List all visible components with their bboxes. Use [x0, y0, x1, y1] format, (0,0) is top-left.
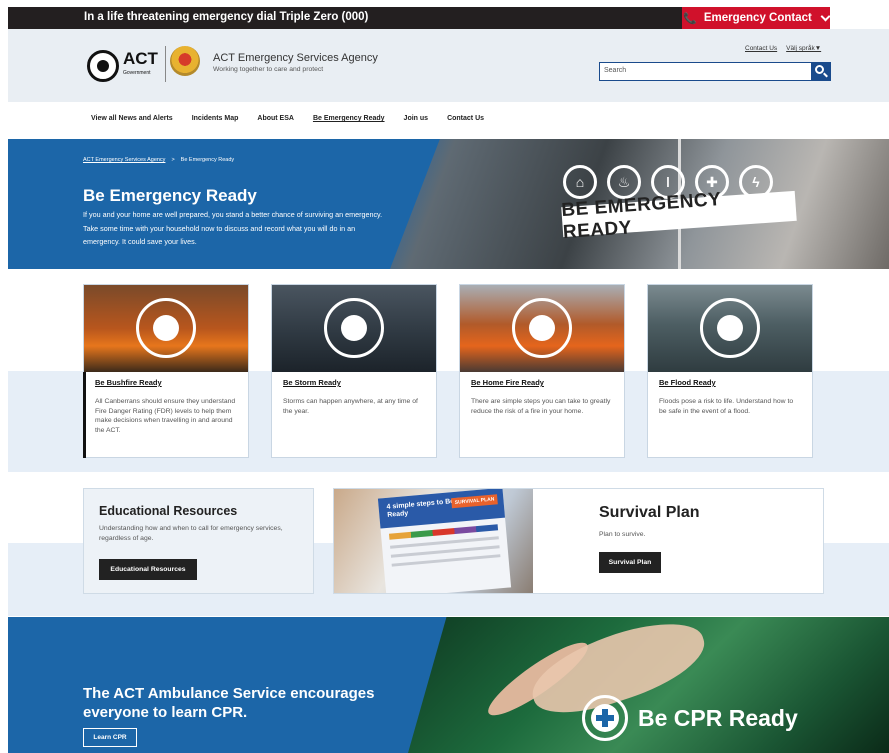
nav-item-about[interactable]: About ESA — [257, 115, 294, 122]
house-icon: ⌂ — [563, 165, 597, 199]
search-button[interactable] — [811, 62, 831, 81]
card-text: Storms can happen anywhere, at any time … — [283, 398, 418, 415]
card-text: All Canberrans should ensure they unders… — [95, 398, 236, 434]
survival-plan-button[interactable]: Survival Plan — [599, 552, 661, 573]
search-input[interactable]: Search — [604, 67, 626, 74]
card-flood[interactable]: Be Flood Ready Floods pose a risk to lif… — [647, 284, 813, 458]
be-cpr-ready-logo: Be CPR Ready — [582, 695, 798, 741]
emergency-contact-label: Emergency Contact — [703, 12, 812, 24]
card-title[interactable]: Be Home Fire Ready — [471, 378, 544, 387]
storm-image — [272, 285, 436, 372]
survival-text: Plan to survive. — [599, 531, 646, 538]
chevron-down-icon — [820, 11, 831, 21]
nav-item-incidents-map[interactable]: Incidents Map — [192, 115, 239, 122]
act-seal-icon — [87, 50, 119, 82]
phone-icon: 📞 — [683, 12, 697, 25]
header-contact-link[interactable]: Contact Us — [745, 45, 777, 52]
emergency-message: In a life threatening emergency dial Tri… — [84, 11, 369, 23]
card-title[interactable]: Be Flood Ready — [659, 378, 716, 387]
act-government-logo[interactable]: ACT Government — [87, 45, 162, 87]
survival-plan-image: 4 simple steps to Be Emergency Ready SUR… — [334, 489, 533, 593]
fire-icon — [136, 298, 196, 358]
card-bushfire[interactable]: Be Bushfire Ready All Canberrans should … — [83, 284, 249, 458]
org-tagline: Working together to care and protect — [213, 66, 324, 73]
card-home-fire[interactable]: Be Home Fire Ready There are simple step… — [459, 284, 625, 458]
storm-icon — [324, 298, 384, 358]
card-title[interactable]: Be Bushfire Ready — [95, 378, 162, 387]
breadcrumb: ACT Emergency Services Agency > Be Emerg… — [83, 157, 234, 163]
hero-text: If you and your home are well prepared, … — [83, 210, 383, 246]
educational-resources-panel: Educational Resources Understanding how … — [83, 488, 314, 594]
nav-item-be-emergency-ready[interactable]: Be Emergency Ready — [313, 115, 385, 122]
esa-crest-logo[interactable] — [165, 46, 201, 82]
card-text: There are simple steps you can take to g… — [471, 398, 611, 415]
cpr-title: The ACT Ambulance Service encourages eve… — [83, 685, 375, 721]
be-emergency-ready-logo: BE EMERGENCY READY — [561, 189, 797, 243]
language-select[interactable]: Välj språk▼ — [786, 45, 821, 52]
fire-icon — [512, 298, 572, 358]
card-title[interactable]: Be Storm Ready — [283, 378, 341, 387]
breadcrumb-separator-icon: > — [171, 157, 175, 163]
nav-item-join-us[interactable]: Join us — [404, 115, 429, 122]
main-nav: View all News and Alerts Incidents Map A… — [91, 115, 503, 122]
nav-item-news[interactable]: View all News and Alerts — [91, 115, 173, 122]
header-links: Contact Us Välj språk▼ — [745, 45, 821, 52]
educational-resources-button[interactable]: Educational Resources — [99, 559, 197, 580]
survival-plan-panel: 4 simple steps to Be Emergency Ready SUR… — [333, 488, 824, 594]
breadcrumb-home[interactable]: ACT Emergency Services Agency — [83, 157, 165, 163]
survival-title: Survival Plan — [599, 504, 700, 521]
fire-icon: ♨ — [607, 165, 641, 199]
first-aid-icon — [582, 695, 628, 741]
flood-waves-icon — [700, 298, 760, 358]
flood-image — [648, 285, 812, 372]
breadcrumb-current: Be Emergency Ready — [180, 157, 235, 163]
edu-text: Understanding how and when to call for e… — [99, 525, 283, 542]
card-storm[interactable]: Be Storm Ready Storms can happen anywher… — [271, 284, 437, 458]
act-logo-sub: Government — [123, 70, 151, 76]
nav-item-contact-us[interactable]: Contact Us — [447, 115, 484, 122]
learn-cpr-button[interactable]: Learn CPR — [83, 728, 137, 747]
esa-crest-icon — [170, 46, 200, 76]
page-title: Be Emergency Ready — [83, 186, 257, 205]
cpr-brand-text: Be CPR Ready — [638, 704, 798, 731]
bushfire-image — [84, 285, 248, 372]
edu-title: Educational Resources — [99, 504, 238, 518]
org-name: ACT Emergency Services Agency — [213, 52, 378, 64]
home-fire-image — [460, 285, 624, 372]
site-header: ACT Government ACT Emergency Services Ag… — [8, 29, 889, 102]
emergency-contact-button[interactable]: 📞 Emergency Contact — [682, 7, 831, 29]
survival-plan-poster: 4 simple steps to Be Emergency Ready SUR… — [377, 489, 512, 593]
search-box: Search — [599, 62, 831, 81]
card-text: Floods pose a risk to life. Understand h… — [659, 398, 794, 415]
